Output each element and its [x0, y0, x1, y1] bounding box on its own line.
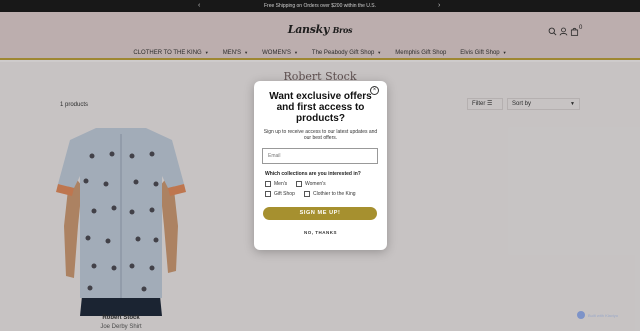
checkbox[interactable]	[304, 191, 310, 197]
option-mens[interactable]: Men's	[265, 181, 287, 187]
checkbox[interactable]	[296, 181, 302, 187]
collections-question: Which collections are you interested in?	[265, 171, 361, 177]
modal-subtitle: Sign up to receive access to our latest …	[263, 129, 378, 141]
option-label: Men's	[274, 181, 288, 187]
signup-modal: × Want exclusive offers and first access…	[254, 81, 387, 250]
option-clothier[interactable]: Clothier to the King	[304, 191, 356, 197]
option-label: Women's	[305, 181, 326, 187]
checkbox[interactable]	[265, 191, 271, 197]
no-thanks-button[interactable]: NO, THANKS	[254, 230, 387, 235]
klaviyo-icon	[577, 311, 585, 319]
option-gift-shop[interactable]: Gift Shop	[265, 191, 295, 197]
signup-button[interactable]: SIGN ME UP!	[263, 207, 377, 220]
klaviyo-badge[interactable]: Built with Klaviyo	[577, 311, 618, 319]
option-label: Clothier to the King	[313, 191, 356, 197]
badge-text: Built with Klaviyo	[588, 312, 619, 318]
option-womens[interactable]: Women's	[296, 181, 326, 187]
email-field[interactable]: Email	[262, 148, 378, 164]
modal-title: Want exclusive offers and first access t…	[269, 91, 372, 124]
option-label: Gift Shop	[274, 191, 295, 197]
checkbox[interactable]	[265, 181, 271, 187]
